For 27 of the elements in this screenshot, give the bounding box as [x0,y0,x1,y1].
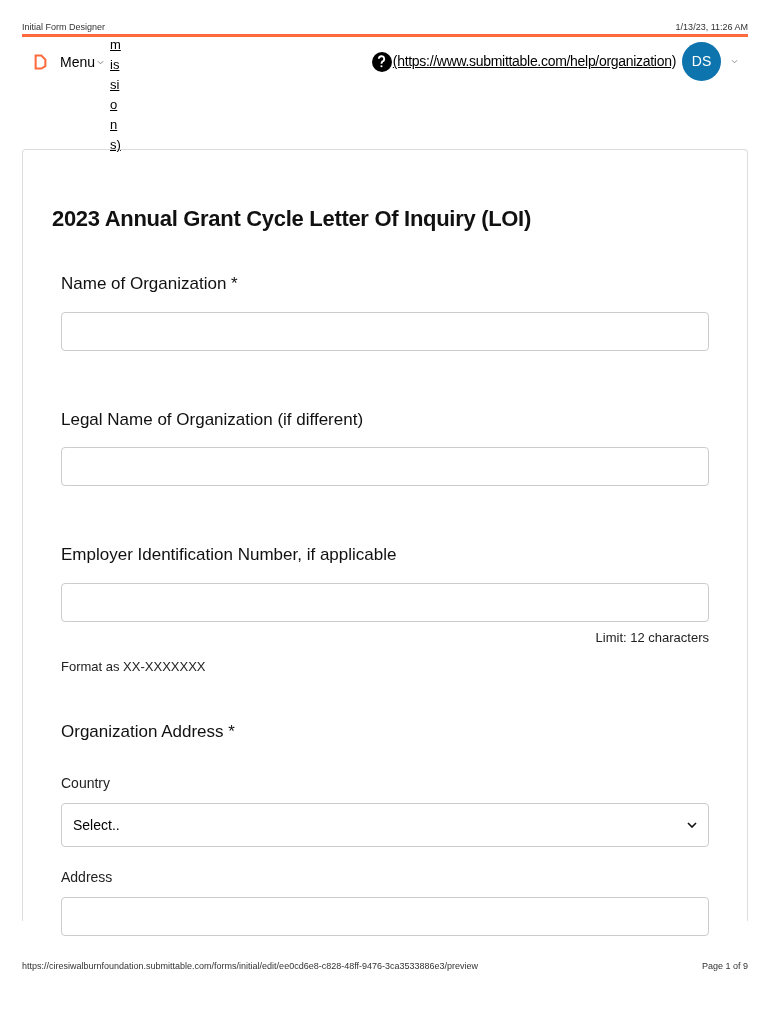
user-avatar[interactable]: DS [682,42,721,81]
link[interactable]: missions) [110,35,122,155]
input-field[interactable] [61,311,709,351]
logo-icon[interactable] [34,53,47,71]
field-label: Name of Organization * [61,273,239,295]
form-title: 2023 Annual Grant Cycle Letter Of Inquiry (LOI) [52,205,532,233]
input-field[interactable] [61,582,709,622]
help-link[interactable]: (https://www.submittable.com/help/organization) [392,51,676,72]
menu-button[interactable]: Menu [60,52,105,73]
field-label: Employer Identification Number, if applicable [61,544,398,566]
country-select[interactable]: Select.. [61,803,709,847]
page-number: Page 1 of 9 [701,960,748,973]
field-label: Address [61,868,114,887]
caret-icon[interactable] [731,59,738,64]
page-url: https://ciresiwalburnfoundation.submittable.com/forms/initial/edit/ee0cd6e8-c828-48ff-9476-3ca3533886e3/preview [22,960,479,973]
chevron-down-icon [687,822,697,828]
field-label: Organization Address * [61,720,236,743]
input-field[interactable] [61,897,709,936]
input-field[interactable] [61,447,709,486]
field-label: Legal Name of Organization (if different) [61,408,365,431]
help-icon[interactable] [371,51,392,72]
print-date: 1/13/23, 11:26 AM [675,21,748,34]
character-limit: Limit: 12 characters [594,628,709,647]
field-label: Country [61,774,112,793]
page-title: Initial Form Designer [22,21,106,34]
caret-icon [97,60,105,65]
help-text: Format as XX-XXXXXXX [61,658,207,676]
